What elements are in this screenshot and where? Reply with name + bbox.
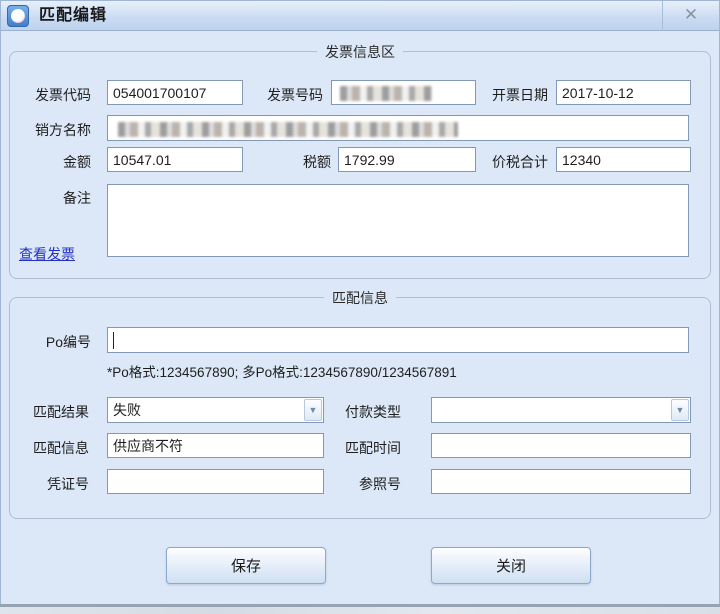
background-window-sliver [0, 607, 720, 614]
chevron-down-icon[interactable]: ▼ [671, 399, 689, 421]
reference-no-field[interactable] [431, 469, 691, 494]
close-button[interactable]: 关闭 [431, 547, 591, 584]
total-field[interactable] [556, 147, 691, 172]
view-invoice-link[interactable]: 查看发票 [19, 244, 75, 264]
invoice-number-field[interactable] [331, 80, 476, 105]
po-number-label: Po编号 [45, 334, 91, 350]
payment-type-select[interactable]: ▼ [431, 397, 691, 423]
invoice-code-field[interactable] [107, 80, 243, 105]
text-caret [113, 332, 114, 349]
close-icon[interactable]: ✕ [662, 1, 719, 31]
match-result-value: 失败 [113, 402, 141, 418]
tax-field[interactable] [338, 147, 476, 172]
invoice-date-field[interactable] [556, 80, 691, 105]
redacted-invoice-number [340, 86, 432, 101]
app-icon [7, 5, 29, 27]
match-edit-dialog: 匹配编辑 ✕ 发票信息区 发票代码 发票号码 开票日期 销方名称 金额 税额 价… [0, 0, 720, 605]
save-button[interactable]: 保存 [166, 547, 326, 584]
po-number-field[interactable] [107, 327, 689, 353]
titlebar: 匹配编辑 ✕ [1, 1, 719, 31]
tax-label: 税额 [303, 154, 331, 170]
match-info-label: 匹配信息 [33, 440, 89, 456]
dialog-title: 匹配编辑 [39, 7, 108, 24]
reference-no-label: 参照号 [359, 476, 401, 492]
match-time-field[interactable] [431, 433, 691, 458]
seller-name-label: 销方名称 [35, 122, 91, 138]
match-group-title: 匹配信息 [324, 288, 396, 308]
match-info-field[interactable] [107, 433, 324, 458]
remarks-label: 备注 [63, 190, 91, 206]
payment-type-value [437, 398, 668, 422]
invoice-number-label: 发票号码 [267, 87, 323, 103]
invoice-code-label: 发票代码 [35, 87, 91, 103]
voucher-no-field[interactable] [107, 469, 324, 494]
voucher-no-label: 凭证号 [47, 476, 89, 492]
seller-name-field[interactable] [107, 115, 689, 141]
payment-type-label: 付款类型 [345, 404, 401, 420]
chevron-down-icon[interactable]: ▼ [304, 399, 322, 421]
total-label: 价税合计 [492, 154, 548, 170]
match-result-select[interactable]: 失败 ▼ [107, 397, 324, 423]
po-format-hint: *Po格式:1234567890; 多Po格式:1234567890/12345… [107, 365, 457, 380]
amount-field[interactable] [107, 147, 243, 172]
match-result-label: 匹配结果 [33, 404, 89, 420]
invoice-group-title: 发票信息区 [317, 42, 403, 62]
amount-label: 金额 [63, 154, 91, 170]
redacted-seller-name [118, 122, 458, 137]
match-time-label: 匹配时间 [345, 440, 401, 456]
remarks-field[interactable] [107, 184, 689, 257]
invoice-date-label: 开票日期 [492, 87, 548, 103]
